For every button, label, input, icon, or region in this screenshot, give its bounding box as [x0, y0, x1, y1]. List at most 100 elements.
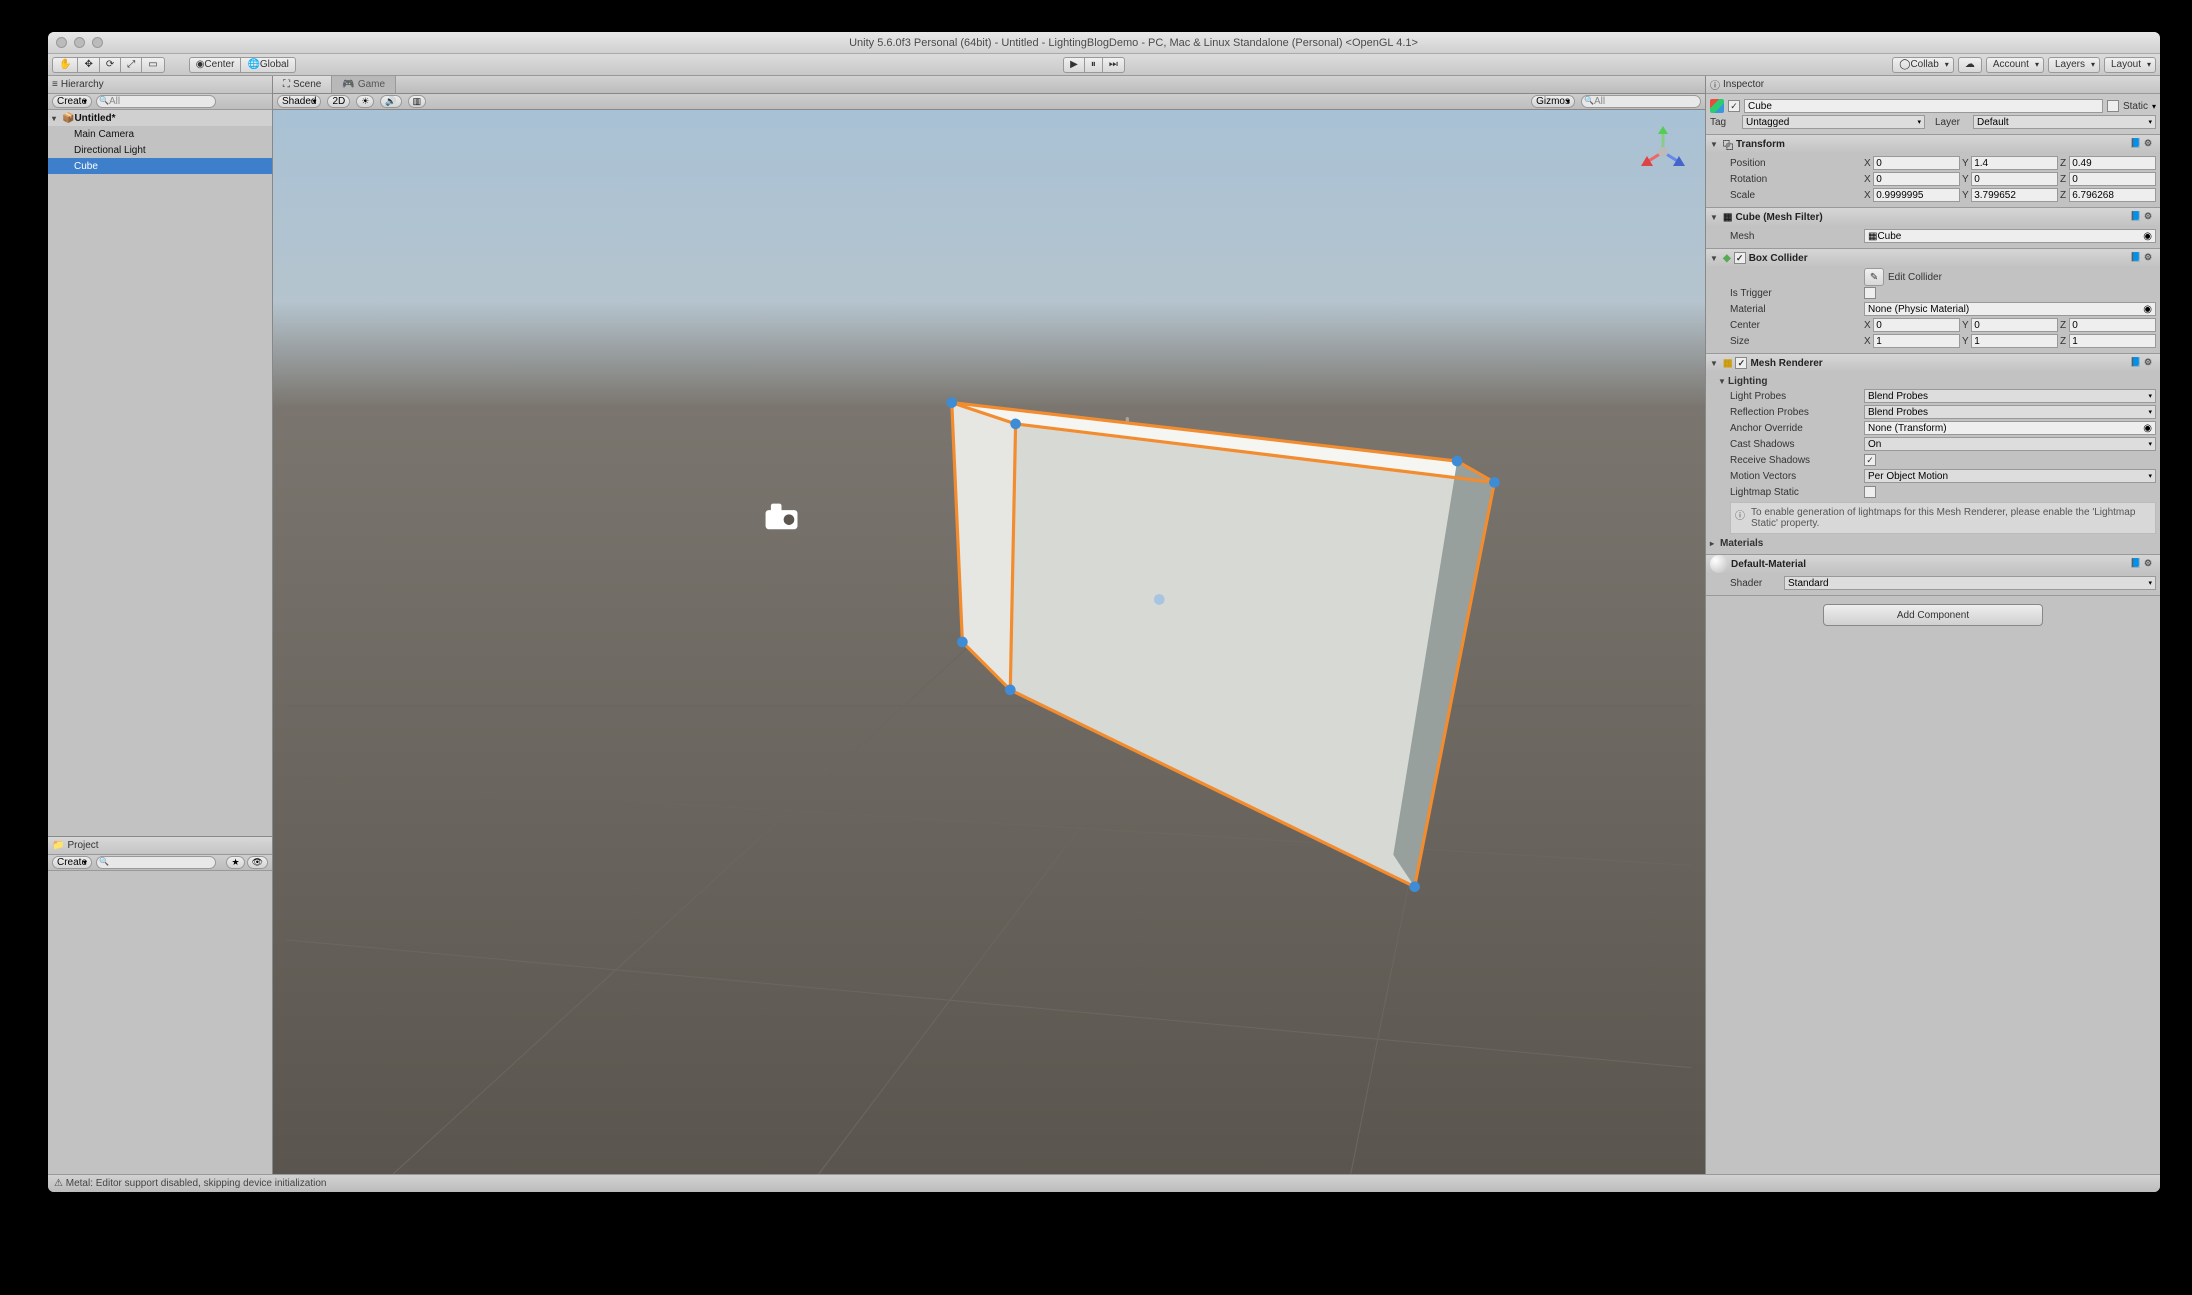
lighting-toggle[interactable]: ☀ — [356, 95, 374, 108]
minimize-icon[interactable] — [74, 37, 85, 48]
collider-size-y[interactable] — [1971, 334, 2058, 348]
object-header: Static ▾ Tag Untagged Layer Default — [1706, 94, 2160, 135]
material-preview-icon — [1710, 555, 1728, 573]
meshrenderer-enable-checkbox[interactable] — [1735, 357, 1747, 369]
collab-dropdown[interactable]: ◯ Collab — [1892, 57, 1954, 73]
active-checkbox[interactable] — [1728, 100, 1740, 112]
rotate-tool-button[interactable]: ⟳ — [99, 57, 120, 73]
help-icon[interactable]: 📘 — [2130, 138, 2142, 150]
help-icon[interactable]: 📘 — [2130, 558, 2142, 570]
account-dropdown[interactable]: Account — [1986, 57, 2044, 73]
scene-search-input[interactable]: All — [1581, 95, 1701, 108]
scale-y-input[interactable] — [1971, 188, 2058, 202]
rect-tool-button[interactable]: ▭ — [141, 57, 164, 73]
shading-mode-dropdown[interactable]: Shaded — [277, 95, 321, 108]
scene-tab[interactable]: ⛶ Scene — [273, 76, 332, 93]
window-titlebar: Unity 5.6.0f3 Personal (64bit) - Untitle… — [48, 32, 2160, 54]
collider-center-x[interactable] — [1873, 318, 1960, 332]
tag-dropdown[interactable]: Untagged — [1742, 115, 1925, 129]
move-tool-button[interactable]: ✥ — [77, 57, 98, 73]
position-x-input[interactable] — [1873, 156, 1960, 170]
pivot-center-button[interactable]: ◉ Center — [189, 57, 241, 73]
inspector-tab[interactable]: ⓘInspector — [1706, 76, 2160, 94]
scene-row[interactable]: ▾📦 Untitled* — [48, 110, 272, 126]
layout-dropdown[interactable]: Layout — [2104, 57, 2156, 73]
help-icon[interactable]: 📘 — [2130, 252, 2142, 264]
maximize-icon[interactable] — [92, 37, 103, 48]
object-name-input[interactable] — [1744, 99, 2103, 113]
play-button[interactable]: ▶ — [1063, 57, 1084, 73]
favorites-icon[interactable]: ★ — [226, 856, 244, 869]
receive-shadows-checkbox[interactable] — [1864, 454, 1876, 466]
hierarchy-item-directional-light[interactable]: Directional Light — [48, 142, 272, 158]
transform-component-header[interactable]: ▼⿻Transform 📘⚙ — [1706, 135, 2160, 153]
collider-center-y[interactable] — [1971, 318, 2058, 332]
pivot-global-button[interactable]: 🌐 Global — [240, 57, 295, 73]
project-tab[interactable]: 📁Project — [48, 837, 272, 855]
gear-icon[interactable]: ⚙ — [2144, 357, 2156, 369]
gameobject-icon — [1710, 99, 1724, 113]
help-icon[interactable]: 📘 — [2130, 357, 2142, 369]
scale-tool-button[interactable]: ⤢ — [120, 57, 141, 73]
hierarchy-item-main-camera[interactable]: Main Camera — [48, 126, 272, 142]
add-component-button[interactable]: Add Component — [1823, 604, 2043, 626]
layer-dropdown[interactable]: Default — [1973, 115, 2156, 129]
collider-size-z[interactable] — [2069, 334, 2156, 348]
collider-center-z[interactable] — [2069, 318, 2156, 332]
cloud-button[interactable]: ☁ — [1958, 57, 1982, 73]
gear-icon[interactable]: ⚙ — [2144, 138, 2156, 150]
position-z-input[interactable] — [2069, 156, 2156, 170]
physic-material-field[interactable]: None (Physic Material)◉ — [1864, 302, 2156, 316]
gizmos-dropdown[interactable]: Gizmos — [1531, 95, 1575, 108]
rotation-y-input[interactable] — [1971, 172, 2058, 186]
help-icon[interactable]: 📘 — [2130, 211, 2142, 223]
close-icon[interactable] — [56, 37, 67, 48]
scene-viewport[interactable] — [273, 110, 1705, 1174]
gear-icon[interactable]: ⚙ — [2144, 211, 2156, 223]
meshrenderer-component-header[interactable]: ▼▦Mesh Renderer 📘⚙ — [1706, 354, 2160, 372]
position-y-input[interactable] — [1971, 156, 2058, 170]
project-create-dropdown[interactable]: Create — [52, 856, 92, 869]
pause-button[interactable]: ⏸ — [1084, 57, 1102, 73]
2d-toggle[interactable]: 2D — [327, 95, 350, 108]
info-icon: ⓘ — [1735, 507, 1745, 529]
static-checkbox[interactable] — [2107, 100, 2119, 112]
orientation-gizmo[interactable] — [1633, 122, 1693, 182]
mesh-field[interactable]: ▦ Cube◉ — [1864, 229, 2156, 243]
gear-icon[interactable]: ⚙ — [2144, 558, 2156, 570]
step-button[interactable]: ⏭ — [1102, 57, 1125, 73]
shader-dropdown[interactable]: Standard — [1784, 576, 2156, 590]
material-header[interactable]: Default-Material 📘⚙ — [1706, 555, 2160, 573]
lightmap-static-checkbox[interactable] — [1864, 486, 1876, 498]
motionvectors-dropdown[interactable]: Per Object Motion — [1864, 469, 2156, 483]
visibility-icon[interactable]: 👁 — [247, 856, 268, 869]
audio-toggle[interactable]: 🔊 — [380, 95, 401, 108]
hierarchy-item-cube[interactable]: Cube — [48, 158, 272, 174]
hand-tool-button[interactable]: ✋ — [52, 57, 77, 73]
reflectionprobes-dropdown[interactable]: Blend Probes — [1864, 405, 2156, 419]
scale-x-input[interactable] — [1873, 188, 1960, 202]
boxcollider-enable-checkbox[interactable] — [1734, 252, 1746, 264]
hierarchy-search-input[interactable]: All — [96, 95, 216, 108]
collider-size-x[interactable] — [1873, 334, 1960, 348]
istrigger-checkbox[interactable] — [1864, 287, 1876, 299]
rotation-z-input[interactable] — [2069, 172, 2156, 186]
main-toolbar: ✋ ✥ ⟳ ⤢ ▭ ◉ Center 🌐 Global ▶ ⏸ ⏭ ◯ Coll… — [48, 54, 2160, 76]
project-search-input[interactable] — [96, 856, 216, 869]
castshadows-dropdown[interactable]: On — [1864, 437, 2156, 451]
meshfilter-component-header[interactable]: ▼▦Cube (Mesh Filter) 📘⚙ — [1706, 208, 2160, 226]
hierarchy-tab[interactable]: ≡Hierarchy — [48, 76, 272, 94]
anchor-override-field[interactable]: None (Transform)◉ — [1864, 421, 2156, 435]
status-bar: ⚠ Metal: Editor support disabled, skippi… — [48, 1174, 2160, 1192]
boxcollider-component-header[interactable]: ▼◆Box Collider 📘⚙ — [1706, 249, 2160, 267]
hierarchy-create-dropdown[interactable]: Create — [52, 95, 92, 108]
game-tab[interactable]: 🎮 Game — [332, 76, 396, 93]
fx-toggle[interactable]: ▥ — [408, 95, 427, 108]
lightprobes-dropdown[interactable]: Blend Probes — [1864, 389, 2156, 403]
edit-collider-button-icon[interactable]: ✎ — [1864, 268, 1884, 286]
layers-dropdown[interactable]: Layers — [2048, 57, 2100, 73]
gear-icon[interactable]: ⚙ — [2144, 252, 2156, 264]
rotation-x-input[interactable] — [1873, 172, 1960, 186]
warning-icon: ⚠ — [54, 1178, 63, 1189]
scale-z-input[interactable] — [2069, 188, 2156, 202]
